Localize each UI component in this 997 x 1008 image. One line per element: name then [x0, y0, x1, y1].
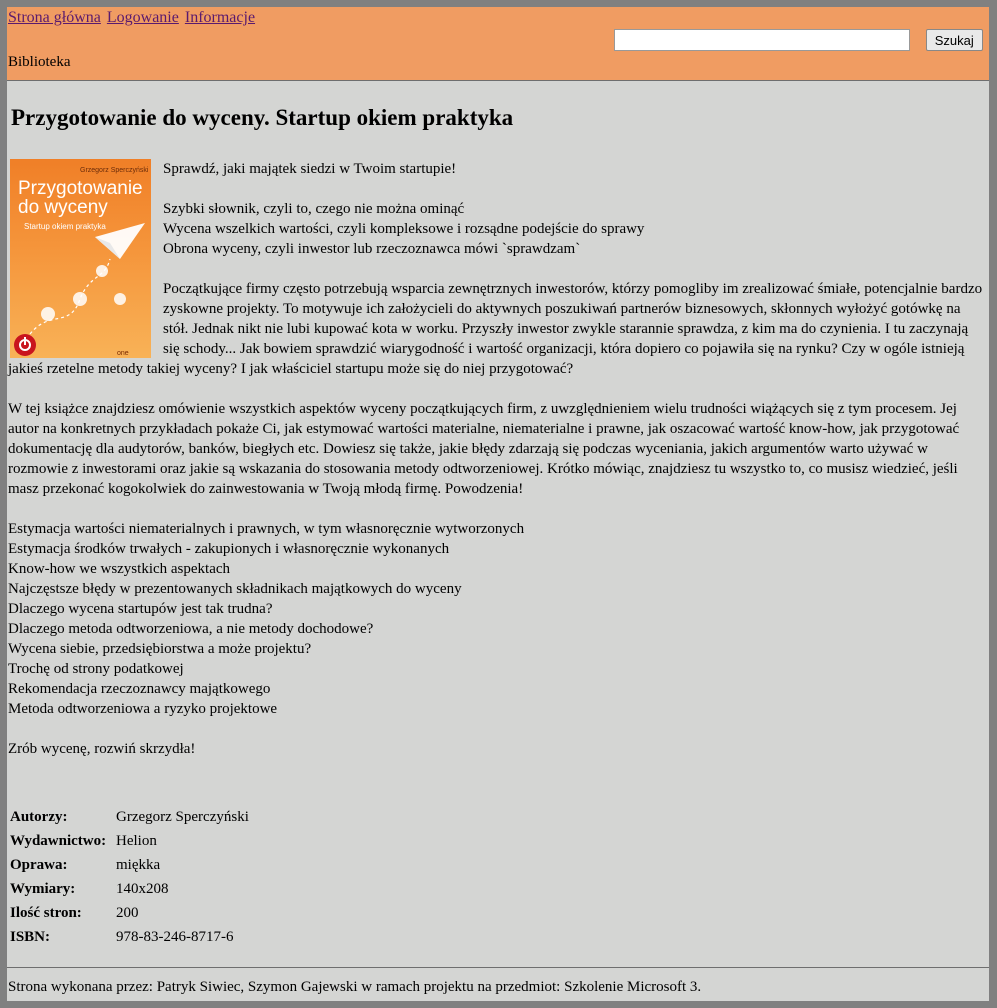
book-description: Grzegorz Sperczyński Przygotowanie do wy…	[8, 159, 986, 779]
header: Strona główna Logowanie Informacje Szukaj …	[7, 7, 989, 80]
topic-item: Know-how we wszystkich aspektach	[8, 561, 231, 577]
cover-illustration	[14, 223, 145, 356]
book-cover-image: Grzegorz Sperczyński Przygotowanie do wy…	[10, 159, 151, 358]
highlight-item: Szybki słownik, czyli to, czego nie możn…	[163, 201, 465, 217]
closing-text: Zrób wycenę, rozwiń skrzydła!	[8, 741, 196, 757]
details-row: Oprawa: miękka	[10, 853, 249, 877]
details-row: Wydawnictwo: Helion	[10, 829, 249, 853]
nav-link-info[interactable]: Informacje	[185, 9, 255, 26]
details-label: Oprawa:	[10, 856, 68, 873]
details-row: ISBN: 978-83-246-8717-6	[10, 925, 249, 949]
topic-item: Rekomendacja rzeczoznawcy majątkowego	[8, 681, 271, 697]
details-label: Wymiary:	[10, 880, 76, 897]
details-row: Wymiary: 140x208	[10, 877, 249, 901]
nav-link-home[interactable]: Strona główna	[8, 9, 101, 26]
search-form: Szukaj	[614, 29, 983, 51]
details-value: 200	[116, 904, 139, 921]
highlight-item: Obrona wyceny, czyli inwestor lub rzeczo…	[163, 241, 581, 257]
topic-item: Metoda odtworzeniowa a ryzyko projektowe	[8, 701, 278, 717]
highlight-item: Wycena wszelkich wartości, czyli komplek…	[163, 221, 645, 237]
highlights-list: Szybki słownik, czyli to, czego nie możn…	[8, 199, 986, 259]
topics-list: Estymacja wartości niematerialnych i pra…	[8, 519, 986, 719]
details-row: Autorzy: Grzegorz Sperczyński	[10, 805, 249, 829]
site-name: Biblioteka	[8, 54, 71, 70]
nav-link-login[interactable]: Logowanie	[107, 9, 179, 26]
book-title: Przygotowanie do wyceny. Startup okiem p…	[11, 105, 514, 130]
details-value: Grzegorz Sperczyński	[116, 808, 249, 825]
search-button[interactable]: Szukaj	[925, 29, 983, 51]
details-value: Helion	[116, 832, 157, 849]
topic-item: Dlaczego metoda odtworzeniowa, a nie met…	[8, 621, 374, 637]
header-divider	[7, 80, 989, 81]
topic-item: Dlaczego wycena startupów jest tak trudn…	[8, 601, 273, 617]
details-label: ISBN:	[10, 928, 51, 945]
description-paragraph: W tej książce znajdziesz omówienie wszys…	[8, 401, 960, 497]
details-value: miękka	[116, 856, 161, 873]
topic-item: Najczęstsze błędy w prezentowanych skład…	[8, 581, 462, 597]
topic-item: Estymacja wartości niematerialnych i pra…	[8, 521, 525, 537]
topic-item: Wycena siebie, przedsiębiorstwa a może p…	[8, 641, 312, 657]
footer-divider	[7, 967, 989, 968]
book-details-table: Autorzy: Grzegorz Sperczyński Wydawnictwo…	[10, 805, 249, 949]
details-label: Ilość stron:	[10, 904, 82, 921]
details-value: 140x208	[116, 880, 169, 897]
search-input[interactable]	[614, 29, 910, 51]
topic-item: Estymacja środków trwałych - zakupionych…	[8, 541, 450, 557]
page-frame: Strona główna Logowanie Informacje Szukaj …	[7, 7, 989, 1001]
publisher-logo: one	[117, 350, 129, 357]
description-paragraph: Początkujące firmy często potrzebują wsp…	[8, 281, 983, 377]
details-row: Ilość stron: 200	[10, 901, 249, 925]
details-value: 978-83-246-8717-6	[116, 928, 234, 945]
details-label: Wydawnictwo:	[10, 832, 107, 849]
intro-text: Sprawdź, jaki majątek siedzi w Twoim sta…	[163, 161, 457, 177]
footer-text: Strona wykonana przez: Patryk Siwiec, Sz…	[8, 979, 702, 995]
top-nav: Strona główna Logowanie Informacje	[8, 9, 261, 27]
topic-item: Trochę od strony podatkowej	[8, 661, 184, 677]
details-label: Autorzy:	[10, 808, 68, 825]
